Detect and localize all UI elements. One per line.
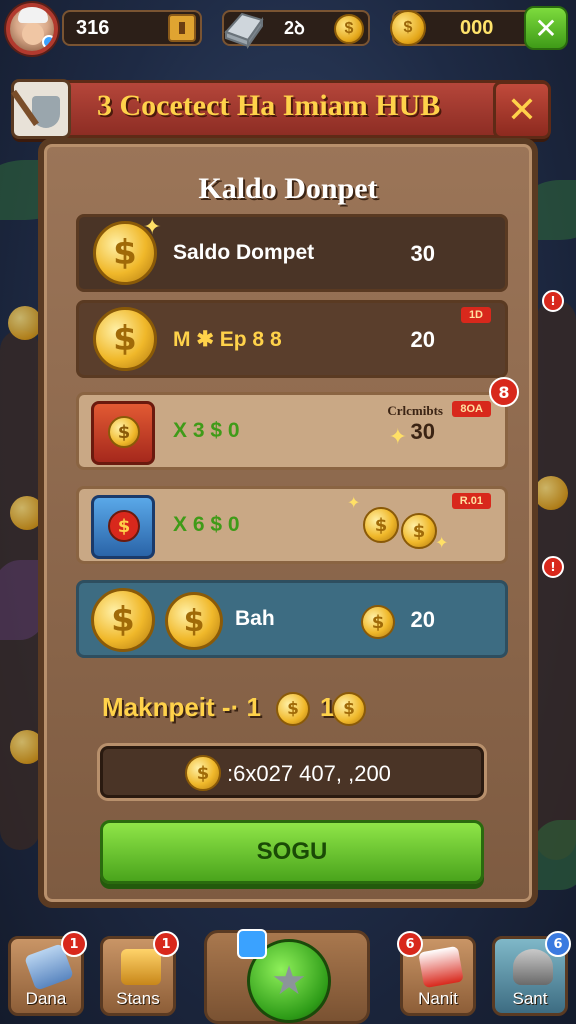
row-label: Bah	[235, 607, 275, 630]
notification-badge: 1	[153, 931, 179, 957]
coin-icon: $	[363, 507, 399, 543]
gem-value: 2ꝺ	[284, 18, 305, 38]
nav-item-stans[interactable]: 1 Stans	[100, 931, 179, 1016]
wallet-row-item[interactable]: $ M ✱ Ep 8 8 20 1D	[76, 300, 508, 378]
background-notification-badge: !	[542, 290, 564, 312]
coin-icon: $	[91, 588, 155, 652]
row-label: X 6 $ 0	[173, 513, 240, 536]
chest-icon[interactable]	[168, 14, 196, 42]
row-label: M ✱ Ep 8 8	[173, 328, 282, 351]
sparkle-icon: ✦	[435, 533, 449, 552]
coin-icon: $	[401, 513, 437, 549]
page-title: 3 Cocetect Ha Imiam HUB	[97, 89, 441, 122]
wallet-code-field[interactable]: $ :6x027 407, ,200	[100, 746, 484, 798]
box-icon	[121, 949, 161, 985]
star-icon: ★	[271, 958, 307, 1004]
nav-center-home[interactable]: ★	[204, 929, 370, 1024]
background-coin	[8, 306, 42, 340]
row-note: Crlcmibts	[387, 403, 443, 418]
wallet-row-balance[interactable]: $ ✦ Saldo Dompet 30	[76, 214, 508, 292]
top-resource-bar: 316 2ꝺ $ $ 000 ✕	[0, 0, 576, 56]
panel-title: Kaldo Donpet	[198, 172, 378, 205]
coin-icon: $	[165, 592, 223, 650]
avatar-hat	[18, 7, 48, 23]
row-value: 20	[410, 607, 435, 632]
row-label: Saldo Dompet	[173, 241, 315, 264]
header-banner: 3 Cocetect Ha Imiam HUB ✕	[11, 79, 551, 139]
row-value: 30	[410, 241, 435, 266]
blue-book-icon: $	[91, 495, 155, 559]
sparkle-icon: ✦	[143, 215, 162, 240]
player-avatar[interactable]	[6, 3, 58, 55]
sparkle-icon: ✦	[347, 493, 361, 512]
xp-counter: 316	[62, 10, 202, 46]
book-icon	[418, 945, 464, 989]
background-notification-badge: !	[542, 556, 564, 578]
coin-icon: $	[276, 692, 310, 726]
coin-icon: $	[108, 510, 140, 542]
row-badge: 1D	[460, 307, 491, 323]
background-tree-trunk	[536, 300, 576, 860]
notification-badge: 6	[545, 931, 571, 957]
total-label: Maknpeit -· 1	[102, 692, 261, 722]
sparkle-icon: ✦	[388, 425, 407, 450]
nav-item-sant[interactable]: 6 Sant	[492, 931, 571, 1016]
coin-icon: $	[93, 307, 157, 371]
bottom-nav: 1 Dana 1 Stans ★ 6 Nanit 6 Sant	[0, 929, 576, 1024]
nav-label: Dana	[25, 989, 67, 1008]
wallet-row-bonus[interactable]: $ $ Bah $ 20	[76, 580, 508, 658]
xp-value: 316	[76, 16, 110, 39]
wallet-row-offer[interactable]: $ X 3 $ 0 Crlcmibts 8OA 8 ✦ 30	[76, 377, 519, 470]
nav-label: Stans	[116, 989, 160, 1008]
notification-badge: 1	[61, 931, 87, 957]
character-icon	[513, 949, 553, 985]
confirm-button[interactable]: SOGU	[100, 820, 484, 884]
wallet-row-offer[interactable]: $ X 6 $ 0 R.01 $ $ ✦ ✦	[76, 486, 508, 564]
avatar-status-dot	[42, 35, 54, 49]
notification-badge: 8	[489, 377, 519, 407]
notification-badge: 6	[397, 931, 423, 957]
silver-bar-icon	[224, 12, 264, 50]
coin-icon: $	[185, 755, 221, 791]
row-value: 30	[410, 419, 435, 444]
blue-square-icon	[237, 929, 267, 959]
coin-counter: $ 000	[390, 10, 532, 46]
wallet-panel: Kaldo Donpet $ ✦ Saldo Dompet 30 $ M ✱ E…	[38, 138, 538, 908]
nav-label: Nanit	[418, 989, 458, 1008]
row-badge: R.01	[451, 493, 491, 509]
nav-item-dana[interactable]: 1 Dana	[8, 931, 87, 1016]
row-label: X 3 $ 0	[173, 419, 240, 442]
nav-item-nanit[interactable]: 6 Nanit	[397, 931, 476, 1016]
nav-label: Sant	[512, 989, 548, 1008]
coin-icon: $	[390, 10, 426, 46]
banner-close-button[interactable]: ✕	[493, 81, 551, 139]
coin-icon: $	[334, 14, 364, 44]
shield-sword-icon	[11, 79, 71, 139]
row-badge: 8OA	[452, 401, 491, 417]
coin-value: 000	[460, 16, 494, 39]
red-book-icon: $	[91, 401, 155, 465]
coin-icon: $	[108, 416, 140, 448]
row-value: 20	[410, 327, 435, 352]
background-coin	[534, 476, 568, 510]
coin-icon: $	[361, 605, 395, 639]
gem-counter: 2ꝺ $	[222, 10, 370, 50]
coin-icon: $	[332, 692, 366, 726]
wallet-code-text: :6x027 407, ,200	[227, 761, 391, 786]
close-button[interactable]: ✕	[524, 6, 568, 50]
avatar-face	[22, 23, 44, 45]
